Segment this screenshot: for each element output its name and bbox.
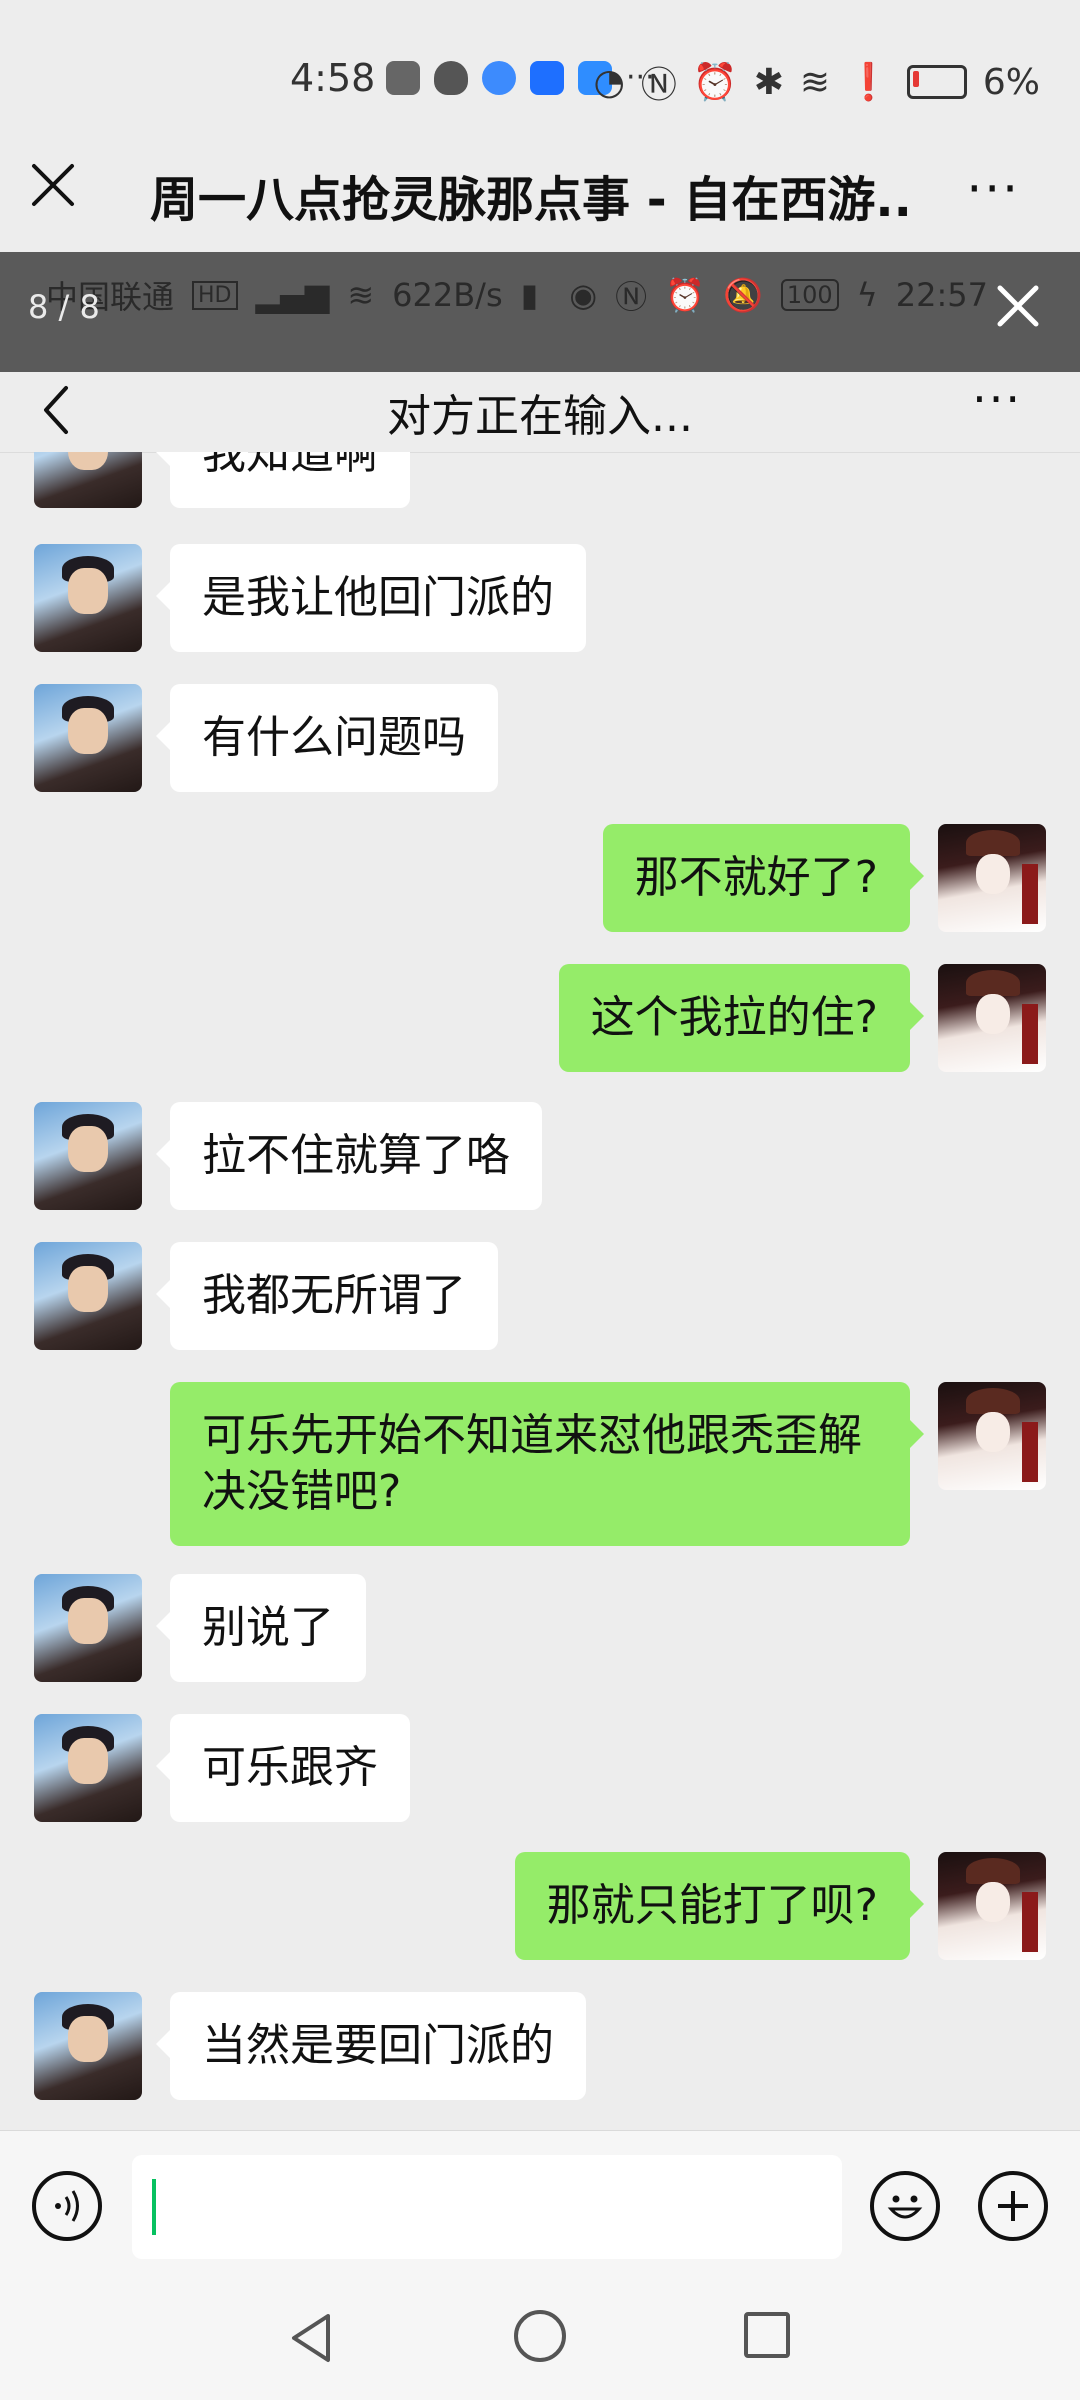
eye-icon: ◉ — [569, 276, 598, 314]
system-nav-bar — [0, 2280, 1080, 2400]
charging-icon: ϟ — [856, 276, 878, 314]
wifi-icon: ≋ — [347, 276, 375, 314]
message-bubble[interactable]: 拉不住就算了咯 — [156, 1102, 542, 1210]
contact-avatar[interactable] — [34, 1992, 142, 2100]
network-speed: 622B/s — [392, 276, 503, 314]
nav-back-icon[interactable] — [286, 2310, 336, 2366]
inner-time: 22:57 — [895, 276, 988, 314]
alert-icon: ❗ — [846, 62, 891, 103]
contact-avatar[interactable] — [34, 1242, 142, 1350]
contact-avatar[interactable] — [34, 1102, 142, 1210]
message-bubble[interactable]: 我都无所谓了 — [156, 1242, 498, 1350]
self-avatar[interactable] — [938, 964, 1046, 1072]
browser-icon — [482, 60, 516, 95]
shield-icon — [434, 60, 468, 95]
message-list[interactable]: 我知道啊 是我让他回门派的 有什么问题吗 那不就好了? 这个我拉的住? 拉不住就… — [0, 452, 1080, 2130]
image-viewer-bar: 中国联通 HD ▂▄▆ ≋ 622B/s ▮ ◉ Ⓝ ⏰ 🔕 100 ϟ 22:… — [0, 252, 1080, 372]
message-bubble[interactable]: 那就只能打了呗? — [514, 1852, 925, 1960]
status-time: 4:58 — [290, 56, 376, 100]
contact-avatar[interactable] — [34, 684, 142, 792]
contact-avatar[interactable] — [34, 1714, 142, 1822]
system-icons: ◔ Ⓝ ⏰ ✱ ≋ ❗ 6% — [593, 56, 1040, 108]
more-options-icon[interactable]: ··· — [966, 160, 1020, 218]
text-caret — [152, 2179, 156, 2235]
nfc-icon: Ⓝ — [615, 278, 648, 316]
hd-icon: HD — [192, 280, 238, 310]
contact-avatar[interactable] — [34, 544, 142, 652]
wifi-icon: ≋ — [799, 61, 831, 103]
battery-icon — [906, 65, 967, 99]
mute-icon: 🔕 — [723, 276, 763, 314]
emoji-icon[interactable] — [870, 2171, 940, 2241]
page-title: 周一八点抢灵脉那点事 - 自在西游... — [150, 172, 910, 228]
nav-recents-icon[interactable] — [744, 2312, 790, 2358]
message-bubble[interactable]: 别说了 — [156, 1574, 366, 1682]
message-bubble[interactable]: 那不就好了? — [602, 824, 925, 932]
message-bubble[interactable]: 我知道啊 — [156, 452, 410, 508]
close-icon[interactable] — [28, 160, 78, 210]
alarm-icon: ⏰ — [692, 62, 738, 103]
image-counter: 8 / 8 — [28, 288, 100, 326]
nav-home-icon[interactable] — [514, 2310, 566, 2362]
plus-icon[interactable] — [978, 2171, 1048, 2241]
chat-title: 对方正在输入... — [387, 391, 693, 442]
battery-saver-icon: ▮ — [520, 276, 539, 314]
message-bubble[interactable]: 有什么问题吗 — [156, 684, 498, 792]
message-input[interactable] — [132, 2155, 842, 2259]
voice-input-icon[interactable] — [32, 2171, 102, 2241]
inner-status-right: ◉ Ⓝ ⏰ 🔕 100 ϟ 22:57 — [569, 272, 988, 318]
nfc-icon: Ⓝ — [640, 65, 677, 106]
viewer-close-icon[interactable] — [992, 280, 1044, 332]
self-avatar[interactable] — [938, 1852, 1046, 1960]
message-bubble[interactable]: 这个我拉的住? — [558, 964, 925, 1072]
self-avatar[interactable] — [938, 824, 1046, 932]
inner-status-left: 中国联通 HD ▂▄▆ ≋ 622B/s ▮ — [46, 272, 538, 318]
chat-more-icon[interactable]: ··· — [972, 372, 1022, 426]
bulb-app-icon — [530, 60, 564, 95]
message-bubble[interactable]: 当然是要回门派的 — [156, 1992, 586, 2100]
chat-header: 对方正在输入... ··· — [0, 372, 1080, 453]
self-avatar[interactable] — [938, 1382, 1046, 1490]
signal-icon: ▂▄▆ — [255, 276, 330, 314]
app-notification-icon — [386, 60, 420, 95]
battery-percent: 6% — [982, 61, 1040, 103]
alarm-icon: ⏰ — [665, 276, 706, 314]
message-bubble[interactable]: 可乐跟齐 — [156, 1714, 410, 1822]
bluetooth-icon: ✱ — [753, 61, 784, 103]
speed-icon: ◔ — [593, 61, 625, 103]
battery-level: 100 — [780, 279, 839, 311]
contact-avatar[interactable] — [34, 452, 142, 508]
contact-avatar[interactable] — [34, 1574, 142, 1682]
message-bubble[interactable]: 是我让他回门派的 — [156, 544, 586, 652]
outer-header: 周一八点抢灵脉那点事 - 自在西游... ··· — [0, 130, 1080, 250]
message-bubble[interactable]: 可乐先开始不知道来怼他跟秃歪解决没错吧? — [170, 1382, 924, 1546]
input-bar — [0, 2130, 1080, 2281]
